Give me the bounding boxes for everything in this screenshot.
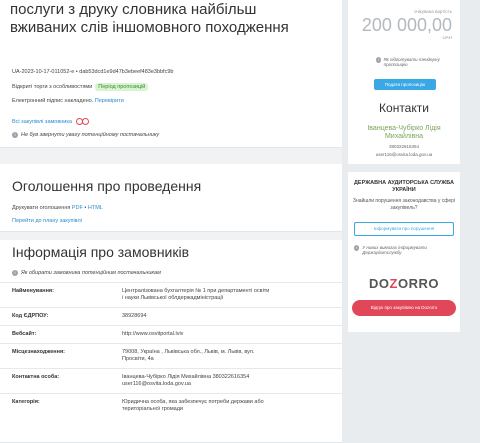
row-key: Контактна особа: [12, 374, 60, 380]
info-icon: i [354, 245, 360, 251]
signature-text: Електронний підпис накладено. [12, 98, 94, 104]
tender-header-card: послуги з друку словника найбільш вживан… [0, 0, 342, 148]
print-line: Друкувати оголошення PDF • HTML [12, 205, 103, 211]
info-icon: i [12, 132, 18, 138]
announcement-heading: Оголошення про проведення [12, 178, 202, 194]
audit-text: Знайшли порушення законодавства у сфері … [352, 198, 456, 211]
audit-card: ДЕРЖАВНА АУДИТОРСЬКА СЛУЖБА УКРАЇНИ Знай… [348, 172, 460, 332]
row-value: 79008, Україна , Львівська обл., Львів, … [122, 349, 255, 362]
dozorro-review-button[interactable]: Відгук про закупівлю на Dozorro [352, 300, 456, 316]
plan-link[interactable]: Перейти до плану закупівлі [12, 218, 82, 224]
row-key: Категорія: [12, 399, 40, 405]
customer-warning-text: Як обирати замовника потенційним постача… [21, 270, 161, 276]
verify-signature-link[interactable]: Перевірити [95, 98, 124, 104]
bid-hint-text: Як підготувати тендерну пропозицію [383, 57, 440, 67]
audit-heading: ДЕРЖАВНА АУДИТОРСЬКА СЛУЖБА УКРАЇНИ [354, 180, 454, 193]
audit-note-text: У нових вимогах інформувати Держаудитслу… [362, 245, 427, 255]
row-value: Іванцева-Чубірко Лідія Михайлівна 380322… [122, 374, 250, 387]
row-value: Юридична особа, яка забезпечує потреби д… [122, 399, 264, 412]
row-key: Найменування: [12, 288, 54, 294]
print-separator: • [84, 205, 87, 211]
tender-warning-text: Не був звернути увагу потенційному поста… [21, 132, 160, 138]
tender-id: UA-2023-10-17-011052-e • dab53dcd1e9d47b… [12, 69, 174, 75]
contacts-heading: Контакти [379, 101, 429, 115]
contact-email: user116@osvita.loda.gov.ua [375, 152, 433, 157]
all-procurements-link[interactable]: Всі закупівлі замовника [12, 119, 72, 125]
website-link[interactable]: http://www.osvitportal.lviv [122, 331, 272, 338]
tender-warning: i Не був звернути увагу потенційному пос… [12, 132, 159, 138]
contact-name: Іванцева-Чубірко Лідія Михайлівна [367, 125, 441, 140]
contact-phone: 380322616354 [388, 144, 420, 149]
report-violation-button[interactable]: Інформувати про порушення [354, 222, 454, 236]
sidebar: очікувана вартість 200 000,00 UAH i Як п… [348, 0, 480, 443]
status-badge: Період пропозицій [95, 83, 149, 91]
print-label: Друкувати оголошення [12, 205, 71, 211]
currency-label: UAH [442, 35, 452, 40]
customer-warning: i Як обирати замовника потенційним поста… [12, 270, 161, 276]
table-row: Категорія: Юридична особа, яка забезпечує… [0, 393, 342, 418]
submit-bid-button[interactable]: Подати пропозицію [374, 79, 436, 90]
price-card: очікувана вартість 200 000,00 UAH i Як п… [348, 0, 460, 164]
row-key: Вебсайт: [12, 331, 37, 337]
procedure-type-label: Відкриті торги з особливостями [12, 84, 93, 90]
dozorro-logo: DOZORRO [369, 276, 439, 291]
table-row: Контактна особа: Іванцева-Чубірко Лідія М… [0, 368, 342, 393]
row-key: Місцезнаходження: [12, 349, 65, 355]
page-title: послуги з друку словника найбільш вживан… [10, 1, 289, 36]
customer-heading: Інформація про замовників [12, 244, 190, 260]
row-value: 38928694 [122, 313, 147, 319]
info-icon: i [12, 270, 18, 276]
table-row: Найменування: Централізована бухгалтерія … [0, 282, 342, 307]
dozorro-dots-icon [75, 118, 89, 125]
table-row: Місцезнаходження: 79008, Україна , Львівс… [0, 343, 342, 368]
table-row: Вебсайт: http://www.osvitportal.lviv [0, 325, 342, 343]
main-content: послуги з друку словника найбільш вживан… [0, 0, 342, 443]
expected-amount: 200 000,00 [361, 15, 452, 35]
row-value: Централізована бухгалтерія № 1 при депар… [122, 288, 270, 301]
print-pdf-link[interactable]: PDF [72, 205, 83, 211]
info-icon: i [376, 57, 381, 63]
row-key: Код ЄДРПОУ: [12, 313, 49, 319]
print-html-link[interactable]: HTML [88, 205, 103, 211]
customer-table: Найменування: Централізована бухгалтерія … [0, 282, 342, 418]
bid-hint: i Як підготувати тендерну пропозицію [376, 57, 446, 67]
procedure-type: Відкриті торги з особливостями Період пр… [12, 83, 149, 91]
expected-value-label: очікувана вартість [413, 9, 452, 14]
audit-note: i У нових вимогах інформувати Держаудитс… [354, 245, 454, 255]
table-row: Код ЄДРПОУ: 38928694 [0, 307, 342, 325]
signature-line: Електронний підпис накладено. Перевірити [12, 98, 124, 104]
all-procurements: Всі закупівлі замовника [12, 118, 89, 125]
